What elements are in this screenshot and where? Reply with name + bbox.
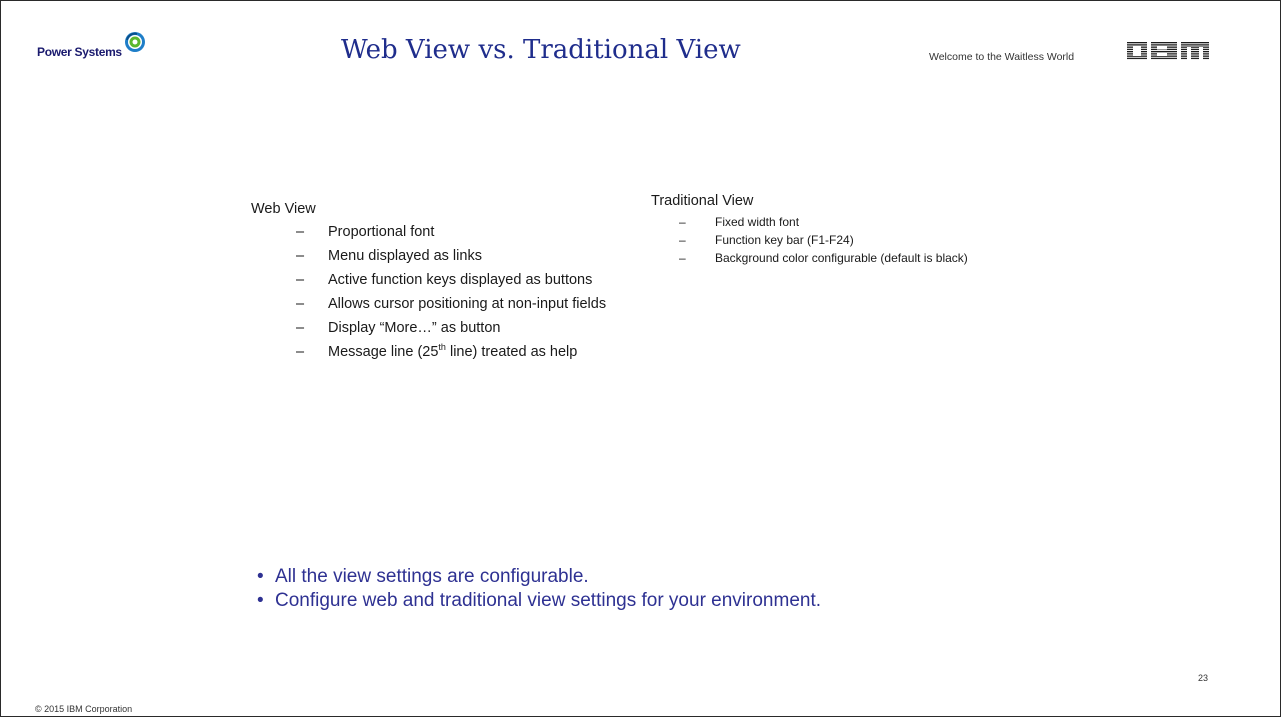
list-item-text-after: line) treated as help bbox=[445, 344, 578, 360]
bullet-text: Configure web and traditional view setti… bbox=[275, 590, 822, 611]
web-view-column: Web View – Proportional font – Menu disp… bbox=[251, 201, 641, 367]
slide: Power Systems Web View vs. Traditional V… bbox=[0, 0, 1281, 717]
dash-marker: – bbox=[296, 224, 305, 240]
brand-name: Power Systems bbox=[37, 45, 122, 59]
dash-marker: – bbox=[296, 272, 305, 288]
page-number: 23 bbox=[1198, 673, 1209, 683]
web-view-list: – Proportional font – Menu displayed as … bbox=[251, 223, 641, 361]
list-item: – Active function keys displayed as butt… bbox=[296, 271, 641, 289]
list-item: – Function key bar (F1-F24) bbox=[679, 233, 1011, 247]
traditional-view-heading: Traditional View bbox=[651, 193, 754, 209]
web-view-heading: Web View bbox=[251, 201, 316, 217]
list-item-text: Proportional font bbox=[328, 224, 435, 240]
bullet-marker: • bbox=[257, 590, 264, 611]
list-item: – Display “More…” as button bbox=[296, 319, 641, 337]
dash-marker: – bbox=[679, 215, 686, 229]
superscript: th bbox=[438, 342, 446, 353]
page-title: Web View vs. Traditional View bbox=[341, 35, 741, 65]
traditional-view-list: – Fixed width font – Function key bar (F… bbox=[651, 215, 1011, 265]
list-item: – Background color configurable (default… bbox=[679, 251, 1011, 265]
list-item-text: Fixed width font bbox=[715, 215, 800, 229]
list-item-text: Display “More…” as button bbox=[328, 320, 501, 336]
power-systems-icon bbox=[124, 32, 145, 52]
dash-marker: – bbox=[296, 248, 305, 264]
dash-marker: – bbox=[296, 320, 305, 336]
list-item-text: Background color configurable (default i… bbox=[715, 251, 968, 265]
list-item-text: Active function keys displayed as button… bbox=[328, 272, 593, 288]
list-item: – Allows cursor positioning at non-input… bbox=[296, 295, 641, 313]
summary-bullets: • All the view settings are configurable… bbox=[257, 565, 821, 613]
ibm-logo bbox=[1127, 42, 1209, 60]
dash-marker: – bbox=[296, 344, 305, 360]
list-item: – Proportional font bbox=[296, 223, 641, 241]
list-item: – Menu displayed as links bbox=[296, 247, 641, 265]
copyright: © 2015 IBM Corporation bbox=[35, 704, 133, 714]
bullet-text: All the view settings are configurable. bbox=[275, 566, 589, 587]
list-item-text: Allows cursor positioning at non-input f… bbox=[328, 296, 607, 312]
bullet-item: • All the view settings are configurable… bbox=[257, 565, 821, 589]
traditional-view-column: Traditional View – Fixed width font – Fu… bbox=[651, 193, 1011, 269]
tagline: Welcome to the Waitless World bbox=[929, 51, 1075, 63]
dash-marker: – bbox=[296, 296, 305, 312]
dash-marker: – bbox=[679, 233, 686, 247]
list-item: – Message line (25th line) treated as he… bbox=[296, 343, 641, 361]
power-systems-logo: Power Systems bbox=[37, 31, 146, 59]
list-item: – Fixed width font bbox=[679, 215, 1011, 229]
list-item-text: Menu displayed as links bbox=[328, 248, 482, 264]
bullet-item: • Configure web and traditional view set… bbox=[257, 589, 821, 613]
list-item-text-before: Message line (25 bbox=[328, 344, 439, 360]
bullet-marker: • bbox=[257, 566, 264, 587]
list-item-text: Function key bar (F1-F24) bbox=[715, 233, 854, 247]
dash-marker: – bbox=[679, 251, 686, 265]
